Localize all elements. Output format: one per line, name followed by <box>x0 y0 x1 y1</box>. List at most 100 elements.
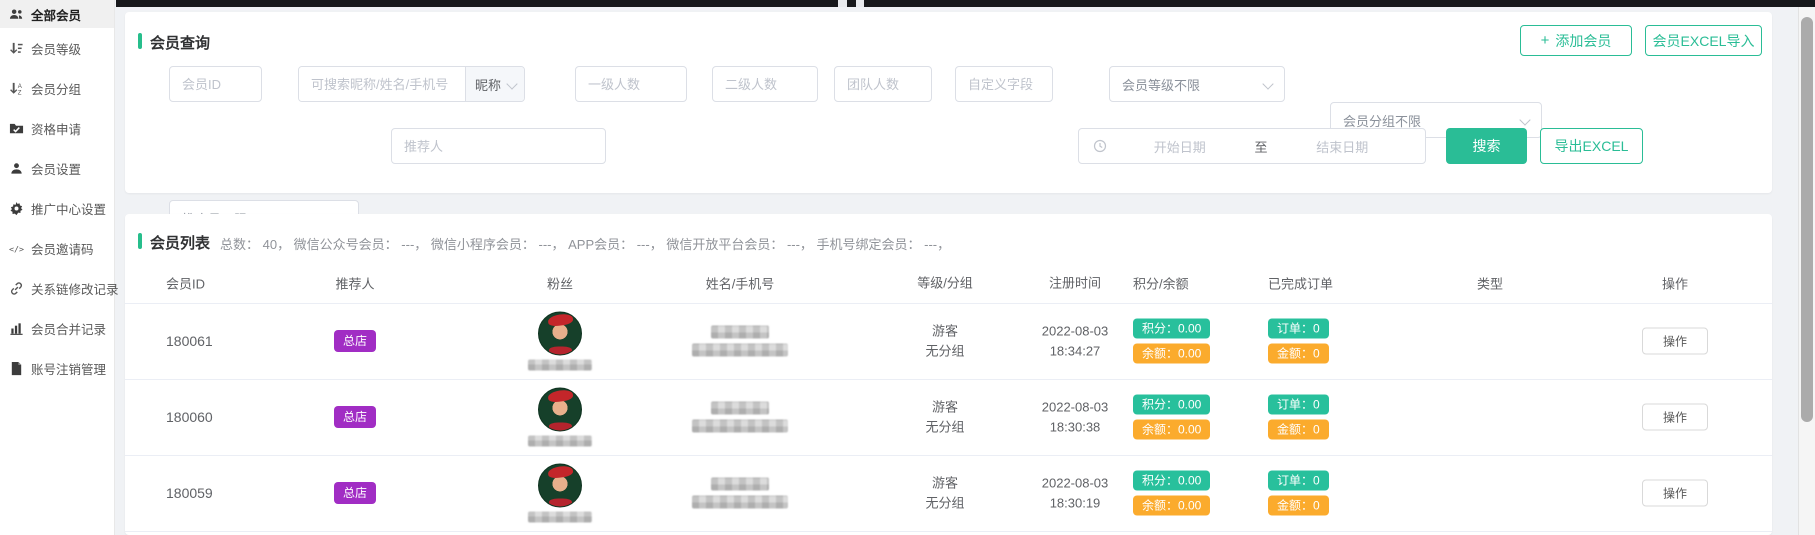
search-button[interactable]: 搜索 <box>1446 128 1527 164</box>
column-header-points: 积分/余额 <box>1133 273 1228 292</box>
add-member-button[interactable]: + 添加会员 <box>1520 25 1632 56</box>
cell-register-time: 2022-08-0318:30:38 <box>1020 398 1130 437</box>
level2-count-input[interactable] <box>712 66 818 102</box>
column-header-name: 姓名/手机号 <box>680 273 800 292</box>
sidebar-item-0[interactable]: 全部会员 <box>0 0 114 28</box>
table-row: 180061总店游客无分组2022-08-0318:34:27积分：0.00余额… <box>125 303 1772 380</box>
cell-member-id: 180060 <box>166 409 256 425</box>
balance-badge: 余额：0.00 <box>1133 344 1210 364</box>
level1-count-input[interactable] <box>575 66 687 102</box>
censored-phone <box>692 420 788 433</box>
censored-name <box>711 326 769 339</box>
folder-check-icon <box>9 121 24 136</box>
row-action-button[interactable]: 操作 <box>1642 404 1708 431</box>
column-header-id: 会员ID <box>166 273 256 292</box>
sidebar-item-4[interactable]: 会员设置 <box>0 148 114 188</box>
column-header-orders: 已完成订单 <box>1268 273 1348 292</box>
amount-badge: 金额：0 <box>1268 344 1329 364</box>
svg-text:</>: </> <box>9 243 24 253</box>
sidebar-item-5[interactable]: 推广中心设置 <box>0 188 114 228</box>
orders-badge: 订单：0 <box>1268 471 1329 491</box>
column-header-time: 注册时间 <box>1020 273 1130 293</box>
cell-completed-orders: 订单：0金额：0 <box>1268 319 1348 364</box>
cell-action: 操作 <box>1635 404 1715 431</box>
censored-phone <box>692 496 788 509</box>
end-date-input[interactable]: 结束日期 <box>1274 137 1412 156</box>
sidebar-item-label: 全部会员 <box>31 5 81 24</box>
level1-field-wrap <box>575 66 687 102</box>
sidebar-item-9[interactable]: 账号注销管理 <box>0 348 114 388</box>
vertical-scrollbar[interactable] <box>1798 7 1815 535</box>
users-icon <box>9 7 24 22</box>
date-range-picker[interactable]: 开始日期 至 结束日期 <box>1078 128 1426 164</box>
sidebar-item-label: 会员等级 <box>31 39 81 58</box>
scrollbar-thumb[interactable] <box>1801 17 1813 422</box>
sidebar-item-7[interactable]: 关系链修改记录 <box>0 268 114 308</box>
chevron-down-icon <box>1262 78 1273 89</box>
member-id-input[interactable] <box>169 66 262 102</box>
member-count-summary: 总数： 40， 微信公众号会员： ---， 微信小程序会员： ---， APP会… <box>220 234 950 253</box>
keyword-input[interactable] <box>299 67 465 101</box>
search-label: 搜索 <box>1473 136 1501 156</box>
cell-fans <box>520 312 600 371</box>
censored-phone <box>692 344 788 357</box>
column-header-grade: 等级/分组 <box>895 273 995 293</box>
export-excel-button[interactable]: 导出EXCEL <box>1540 128 1643 164</box>
excel-import-button[interactable]: 会员EXCEL导入 <box>1645 25 1762 56</box>
row-action-button[interactable]: 操作 <box>1642 480 1708 507</box>
keyword-field-wrap: 昵称 <box>298 66 525 102</box>
censored-nickname <box>528 360 592 371</box>
column-header-type: 类型 <box>1455 273 1525 292</box>
sidebar-item-label: 会员邀请码 <box>31 239 94 258</box>
member-list-panel: 会员列表 总数： 40， 微信公众号会员： ---， 微信小程序会员： ---，… <box>125 214 1772 535</box>
link-icon <box>9 281 24 296</box>
title-marker <box>138 33 142 49</box>
sidebar-item-1[interactable]: 会员等级 <box>0 28 114 68</box>
sidebar-item-6[interactable]: </> 会员邀请码 <box>0 228 114 268</box>
sidebar-item-label: 账号注销管理 <box>31 359 106 378</box>
file-icon <box>9 361 24 376</box>
sidebar-item-3[interactable]: 资格申请 <box>0 108 114 148</box>
sidebar-item-label: 会员合并记录 <box>31 319 106 338</box>
keyword-type-select[interactable]: 昵称 <box>465 67 524 101</box>
referrer-input[interactable] <box>391 128 606 164</box>
team-count-input[interactable] <box>834 66 932 102</box>
referrer-badge: 总店 <box>334 406 376 428</box>
member-level: 游客 <box>895 398 995 418</box>
user-icon <box>9 161 24 176</box>
chevron-down-icon <box>506 78 517 89</box>
clock-icon <box>1093 139 1107 153</box>
browser-tab-glyph-icon <box>847 0 856 7</box>
start-date-input[interactable]: 开始日期 <box>1111 137 1249 156</box>
cell-name-phone <box>680 326 800 357</box>
browser-tab-notch <box>838 0 864 7</box>
sidebar-item-label: 推广中心设置 <box>31 199 106 218</box>
table-header-row: 会员ID推荐人粉丝姓名/手机号等级/分组注册时间积分/余额已完成订单类型操作 <box>125 262 1772 304</box>
cell-register-time: 2022-08-0318:30:19 <box>1020 474 1130 513</box>
censored-nickname <box>528 436 592 447</box>
points-badge: 积分：0.00 <box>1133 471 1210 491</box>
date-range-separator: 至 <box>1249 137 1274 156</box>
add-member-label: 添加会员 <box>1555 31 1611 51</box>
excel-import-label: 会员EXCEL导入 <box>1653 31 1755 51</box>
chevron-down-icon <box>1519 114 1530 125</box>
balance-badge: 余额：0.00 <box>1133 496 1210 516</box>
custom-field-input[interactable] <box>955 66 1053 102</box>
register-clock: 18:30:19 <box>1020 493 1130 513</box>
list-panel-title: 会员列表 <box>150 232 210 253</box>
sidebar-item-label: 关系链修改记录 <box>31 279 119 298</box>
sort-alpha-down-icon: AZ <box>9 81 24 96</box>
cell-member-id: 180059 <box>166 485 256 501</box>
browser-chrome-strip <box>116 0 1815 7</box>
register-date: 2022-08-03 <box>1020 398 1130 418</box>
team-field-wrap <box>834 66 932 102</box>
sidebar-item-8[interactable]: 会员合并记录 <box>0 308 114 348</box>
row-action-button[interactable]: 操作 <box>1642 328 1708 355</box>
referrer-badge: 总店 <box>334 482 376 504</box>
column-header-ref: 推荐人 <box>305 273 405 292</box>
sidebar-item-2[interactable]: AZ会员分组 <box>0 68 114 108</box>
register-clock: 18:30:38 <box>1020 417 1130 437</box>
gear-icon <box>9 201 24 216</box>
member-level-select[interactable]: 会员等级不限 <box>1109 66 1285 102</box>
censored-name <box>711 402 769 415</box>
